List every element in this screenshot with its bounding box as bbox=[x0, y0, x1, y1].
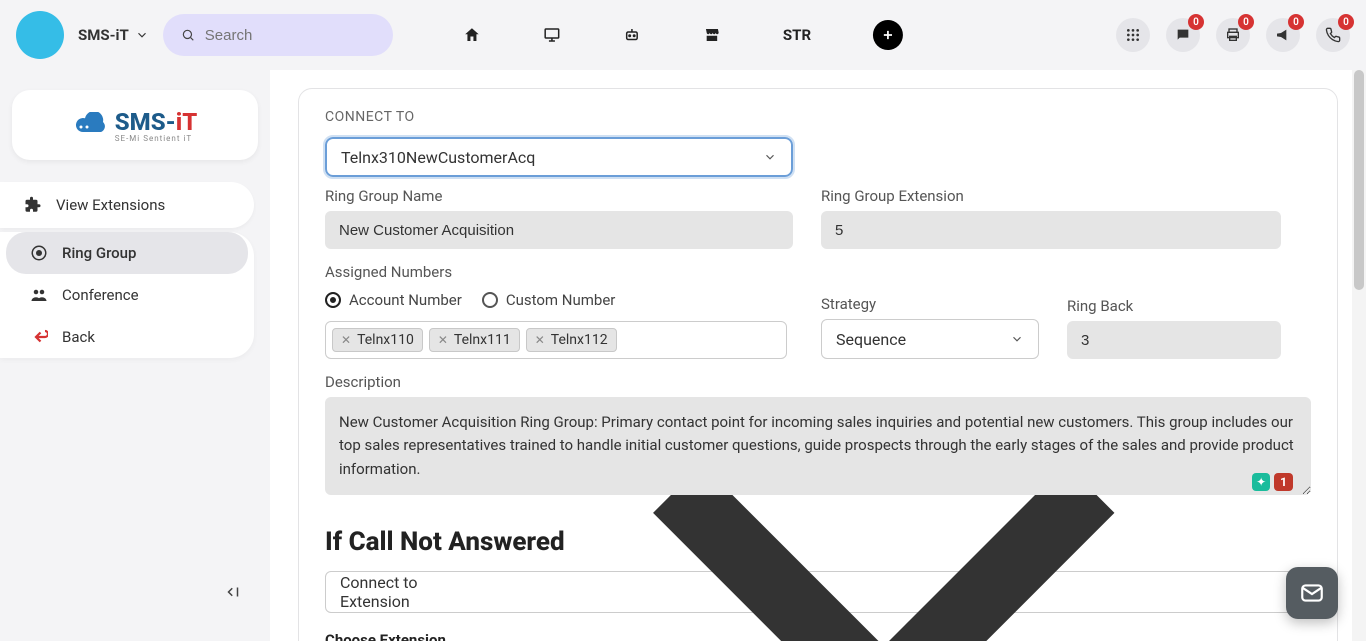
sidebar-item-back[interactable]: Back bbox=[6, 316, 248, 358]
mail-icon bbox=[1299, 580, 1325, 606]
support-chat-button[interactable] bbox=[1286, 567, 1338, 619]
monitor-icon[interactable] bbox=[543, 26, 561, 44]
collapse-icon bbox=[224, 583, 242, 601]
sidebar: SMS-iT SE-Mi Sentient iT View Extensions… bbox=[0, 70, 270, 641]
chevron-down-icon bbox=[763, 150, 777, 164]
apps-icon[interactable] bbox=[1116, 18, 1150, 52]
add-button[interactable] bbox=[873, 20, 903, 50]
not-answered-select[interactable]: Connect to Extension bbox=[325, 571, 1311, 613]
ring-group-form: CONNECT TO Telnx310NewCustomerAcq Ring G… bbox=[298, 88, 1338, 641]
tag-remove-icon[interactable]: ✕ bbox=[438, 333, 448, 347]
grammar-badge[interactable]: ✦ 1 bbox=[1252, 473, 1293, 491]
connect-to-select[interactable]: Telnx310NewCustomerAcq bbox=[325, 137, 793, 177]
scrollbar-thumb[interactable] bbox=[1354, 70, 1364, 290]
home-icon[interactable] bbox=[463, 26, 481, 44]
tag-remove-icon[interactable]: ✕ bbox=[341, 333, 351, 347]
chat-badge: 0 bbox=[1188, 14, 1204, 30]
not-answered-value: Connect to Extension bbox=[340, 573, 471, 611]
search-box[interactable] bbox=[163, 14, 393, 56]
suggestion-count: 1 bbox=[1274, 473, 1293, 491]
print-icon[interactable]: 0 bbox=[1216, 18, 1250, 52]
radio-account-number[interactable]: Account Number bbox=[325, 291, 462, 309]
avatar[interactable] bbox=[16, 11, 64, 59]
radio-checked-icon bbox=[325, 292, 341, 308]
robot-icon[interactable] bbox=[623, 26, 641, 44]
users-icon bbox=[30, 286, 48, 304]
print-badge: 0 bbox=[1238, 14, 1254, 30]
sidebar-item-label: Conference bbox=[62, 286, 139, 304]
main-content: CONNECT TO Telnx310NewCustomerAcq Ring G… bbox=[270, 70, 1366, 641]
sidebar-item-ring-group[interactable]: Ring Group bbox=[6, 232, 248, 274]
target-icon bbox=[30, 244, 48, 262]
connect-to-label: CONNECT TO bbox=[325, 109, 1311, 125]
sidebar-item-label: Ring Group bbox=[62, 244, 136, 262]
logo-subtitle: SE-Mi Sentient iT bbox=[115, 134, 197, 143]
search-input[interactable] bbox=[205, 27, 375, 44]
chat-icon[interactable]: 0 bbox=[1166, 18, 1200, 52]
center-nav: STR bbox=[463, 20, 903, 50]
description-textarea[interactable] bbox=[325, 397, 1311, 495]
header-right: 0 0 0 0 bbox=[1116, 18, 1350, 52]
store-icon[interactable] bbox=[703, 26, 721, 44]
logo-text: SMS-iT bbox=[115, 108, 197, 136]
back-icon bbox=[30, 328, 48, 346]
logo-card[interactable]: SMS-iT SE-Mi Sentient iT bbox=[12, 90, 258, 160]
brand-label: SMS-iT bbox=[78, 26, 129, 44]
connect-to-value: Telnx310NewCustomerAcq bbox=[341, 148, 535, 167]
vertical-scrollbar[interactable] bbox=[1352, 70, 1366, 641]
puzzle-icon bbox=[24, 196, 42, 214]
cloud-icon bbox=[73, 112, 109, 138]
announce-badge: 0 bbox=[1288, 14, 1304, 30]
radio-label: Account Number bbox=[349, 291, 462, 309]
search-icon bbox=[181, 27, 195, 43]
announce-icon[interactable]: 0 bbox=[1266, 18, 1300, 52]
collapse-sidebar-button[interactable] bbox=[224, 583, 242, 605]
lightbulb-icon: ✦ bbox=[1252, 473, 1270, 491]
number-tag: ✕Telnx110 bbox=[332, 328, 423, 352]
top-header: SMS-iT STR 0 0 0 0 bbox=[0, 0, 1366, 70]
sidebar-item-conference[interactable]: Conference bbox=[6, 274, 248, 316]
phone-icon[interactable]: 0 bbox=[1316, 18, 1350, 52]
str-link[interactable]: STR bbox=[783, 26, 811, 44]
chevron-down-icon bbox=[135, 28, 149, 42]
sidebar-item-label: View Extensions bbox=[56, 196, 165, 214]
phone-badge: 0 bbox=[1338, 14, 1354, 30]
brand-dropdown[interactable]: SMS-iT bbox=[78, 26, 149, 44]
sidebar-item-label: Back bbox=[62, 328, 95, 346]
sidebar-item-view-extensions[interactable]: View Extensions bbox=[0, 182, 254, 228]
